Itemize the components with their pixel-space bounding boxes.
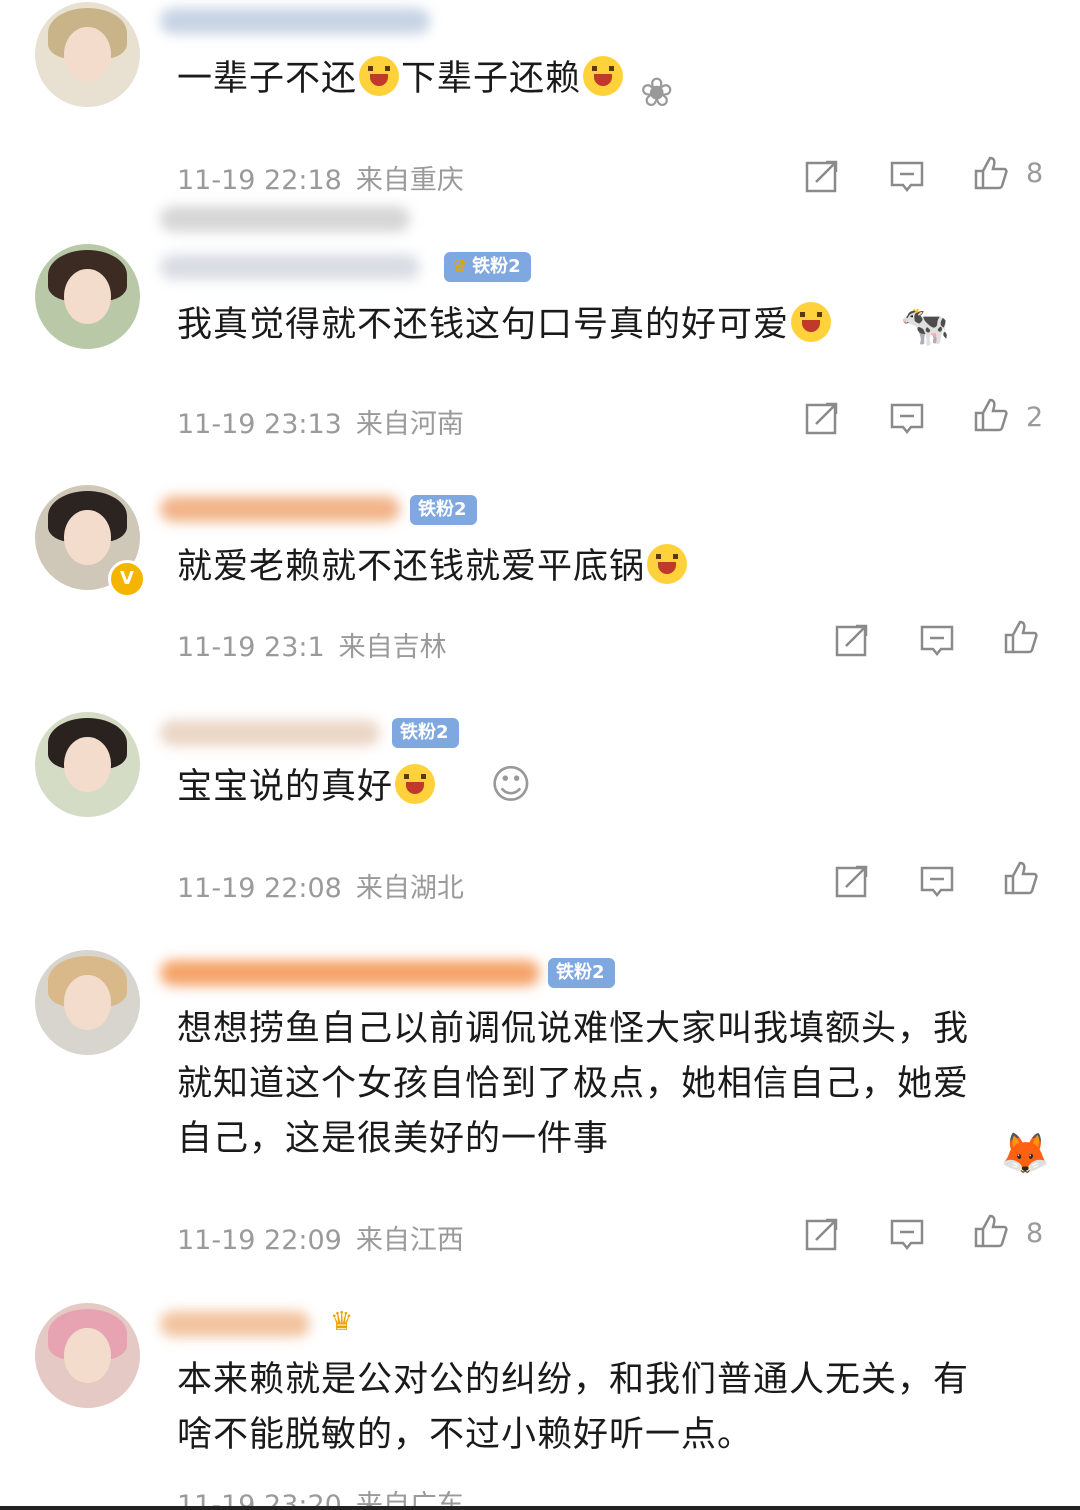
comment-text-line: 啥不能脱敏的，不过小赖好听一点。 — [177, 1415, 754, 1455]
avatar[interactable] — [35, 244, 140, 349]
avatar[interactable] — [35, 950, 140, 1055]
laughing-emoji-icon — [583, 56, 624, 96]
comment-meta: 11-19 22:18 来自重庆 — [177, 158, 478, 197]
comment-meta: 11-19 23:13 来自河南 — [177, 402, 478, 441]
comment-text: 我真觉得就不还钱这句口号真的好可爱 — [177, 298, 1020, 353]
laughing-emoji-icon — [647, 544, 688, 584]
repost-icon[interactable] — [834, 863, 870, 899]
verified-icon: V — [108, 560, 146, 598]
comment-icon[interactable] — [889, 158, 925, 194]
username-blurred[interactable] — [160, 8, 430, 34]
fox-sticker: 🦊 — [1000, 1131, 1050, 1177]
fan-badge-label: 铁粉2 — [418, 499, 467, 520]
comment-meta: 11-19 23:1 来自吉林 — [177, 625, 461, 664]
like-count: 2 — [1026, 402, 1044, 433]
crown-icon: ♛ — [452, 256, 469, 277]
laughing-emoji-icon — [359, 56, 400, 96]
username-blurred[interactable] — [160, 496, 400, 522]
thumbs-up-icon[interactable] — [1003, 619, 1039, 655]
comment-location: 来自湖北 — [355, 873, 464, 904]
crown-icon: ♛ — [330, 1307, 354, 1337]
comment-text: 就爱老赖就不还钱就爱平底锅 — [177, 540, 1020, 595]
comment-icon[interactable] — [889, 1216, 925, 1252]
comment-text-part: 我真觉得就不还钱这句口号真的好可爱 — [177, 305, 790, 345]
comment-text-part: 宝宝说的真好 — [177, 767, 394, 807]
laughing-emoji-icon — [791, 302, 832, 342]
comment-time: 11-19 22:09 — [177, 1225, 342, 1256]
comment-text: 本来赖就是公对公的纠纷，和我们普通人无关，有 啥不能脱敏的，不过小赖好听一点。 — [177, 1353, 1020, 1463]
fan-level-badge: 铁粉2 — [392, 718, 459, 748]
comment-icon[interactable] — [919, 863, 955, 899]
username-blurred[interactable] — [160, 960, 540, 986]
fan-badge-label: 铁粉2 — [400, 722, 449, 743]
comment-text: 宝宝说的真好 — [177, 760, 1020, 815]
repost-icon[interactable] — [804, 400, 840, 436]
comment-text-line: 自己，这是很美好的一件事 — [177, 1119, 610, 1159]
fan-badge-label: 铁粉2 — [472, 256, 521, 277]
fan-level-badge: ♛ 铁粉2 — [444, 252, 531, 282]
comment-icon[interactable] — [889, 400, 925, 436]
avatar[interactable] — [35, 712, 140, 817]
comment-location: 来自吉林 — [338, 632, 447, 663]
thumbs-up-icon[interactable] — [1003, 860, 1039, 896]
comment-time: 11-19 22:18 — [177, 165, 342, 196]
comment-text-line: 本来赖就是公对公的纠纷，和我们普通人无关，有 — [177, 1360, 970, 1400]
comment-text-line: 想想捞鱼自己以前调侃说难怪大家叫我填额头，我 — [177, 1009, 970, 1049]
fan-level-badge: 铁粉2 — [410, 495, 477, 525]
comment-time: 11-19 23:13 — [177, 409, 342, 440]
cartoon-sticker: ☺ — [490, 762, 532, 808]
avatar[interactable] — [35, 2, 140, 107]
comment-text-part: 就爱老赖就不还钱就爱平底锅 — [177, 547, 646, 587]
comment-icon[interactable] — [919, 622, 955, 658]
comment-meta: 11-19 22:08 来自湖北 — [177, 866, 478, 905]
comment-feed: 一辈子不还 下辈子还赖 ❀ 11-19 22:18 来自重庆 8 ♛ 铁粉2 我真觉得… — [0, 0, 1080, 1510]
repost-icon[interactable] — [804, 1216, 840, 1252]
thumbs-up-icon[interactable] — [973, 397, 1009, 433]
like-count: 8 — [1026, 1218, 1044, 1249]
username-blurred[interactable] — [160, 1311, 310, 1337]
blur-overlay — [160, 206, 410, 232]
username-blurred[interactable] — [160, 720, 380, 746]
comment-location: 来自江西 — [355, 1225, 464, 1256]
animal-sticker: 🐄 — [900, 303, 950, 349]
comment-text: 一辈子不还 下辈子还赖 — [177, 52, 1020, 107]
avatar[interactable] — [35, 1303, 140, 1408]
bottom-edge — [0, 1506, 1080, 1510]
comment-location: 来自河南 — [355, 409, 464, 440]
comment-time: 11-19 23:1 — [177, 632, 325, 663]
like-count: 8 — [1026, 158, 1044, 189]
comment-time: 11-19 22:08 — [177, 873, 342, 904]
comment-meta: 11-19 22:09 来自江西 — [177, 1218, 478, 1257]
thumbs-up-icon[interactable] — [973, 1213, 1009, 1249]
laughing-emoji-icon — [395, 764, 436, 804]
repost-icon[interactable] — [834, 622, 870, 658]
flower-sticker: ❀ — [640, 70, 674, 116]
comment-text-part: 一辈子不还 — [177, 59, 358, 99]
comment-text-part: 下辈子还赖 — [401, 59, 582, 99]
comment-location: 来自重庆 — [355, 165, 464, 196]
fan-badge-label: 铁粉2 — [556, 962, 605, 983]
fan-level-badge: 铁粉2 — [548, 958, 615, 988]
comment-text: 想想捞鱼自己以前调侃说难怪大家叫我填额头，我 就知道这个女孩自恰到了极点，她相信… — [177, 1002, 1020, 1167]
thumbs-up-icon[interactable] — [973, 155, 1009, 191]
username-blurred[interactable] — [160, 254, 420, 280]
repost-icon[interactable] — [804, 158, 840, 194]
comment-text-line: 就知道这个女孩自恰到了极点，她相信自己，她爱 — [177, 1064, 970, 1104]
